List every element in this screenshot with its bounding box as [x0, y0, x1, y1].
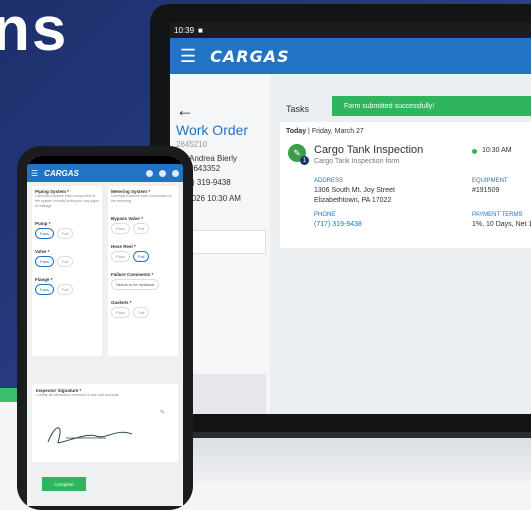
phone-app-bar: ☰ CARGAS — [27, 164, 183, 182]
signature-text: I certify all information recorded is tr… — [36, 393, 119, 397]
valve-pass-button[interactable]: Pass — [35, 256, 54, 267]
task-phone[interactable]: (717) 319-9438 — [314, 220, 362, 230]
work-order-title: Work Order — [176, 122, 249, 138]
bypass-pass-button[interactable]: Pass — [111, 223, 130, 234]
address-line2: Elizabethtown, PA 17022 — [314, 197, 392, 204]
status-dot-icon — [472, 149, 477, 154]
phone-screen: ☰ CARGAS Piping System * Carefully exami… — [27, 156, 183, 506]
phone-form-body: Piping System * Carefully examine each c… — [27, 182, 183, 506]
phone-brand: CARGAS — [44, 168, 79, 178]
flange-pass-button[interactable]: Pass — [35, 284, 54, 295]
today-row: Today | Friday, March 27 — [286, 128, 364, 135]
task-time: 10:30 AM — [482, 147, 512, 154]
work-order-number: 2645210 — [176, 140, 208, 149]
phone-status-bar — [27, 156, 183, 164]
notification-icon: ■ — [198, 25, 203, 35]
valve-fail-button[interactable]: Fail — [56, 256, 74, 267]
address-label: ADDRESS — [314, 178, 344, 184]
today-label: Today — [286, 128, 307, 135]
terms-label: PAYMENT TERMS — [472, 212, 523, 218]
hose-fail-button[interactable]: Fail — [132, 251, 150, 262]
flange-fail-button[interactable]: Fail — [56, 284, 74, 295]
list-icon[interactable] — [159, 169, 166, 177]
task-title: Cargo Tank Inspection — [314, 144, 424, 156]
menu-icon[interactable]: ☰ — [180, 47, 196, 65]
task-subtitle: Cargo Tank Inspection form — [314, 158, 400, 165]
sync-icon[interactable] — [172, 169, 179, 177]
terms-value: 1%, 10 Days, Net 1 — [472, 221, 531, 228]
signature-section: Inspector Signature * I certify all info… — [32, 384, 178, 462]
menu-icon[interactable]: ☰ — [31, 169, 38, 178]
phone-label: PHONE — [314, 212, 336, 218]
status-time: 10:39 — [174, 25, 195, 35]
edit-icon: ✎ — [160, 409, 165, 416]
success-toast: Form submitted successfully! — [332, 96, 531, 116]
bypass-fail-button[interactable]: Fail — [132, 223, 150, 234]
signature-pad[interactable]: ✎ — [36, 402, 174, 454]
hero-heading: ns — [0, 0, 69, 64]
failure-heading: Failure Comments * — [111, 272, 154, 277]
app-brand: CARGAS — [210, 46, 290, 66]
task-card[interactable]: Today | Friday, March 27 ✎ 1 Cargo Tank … — [280, 122, 531, 248]
status-bar: 10:39 ■ — [170, 22, 531, 38]
gaskets-pass-button[interactable]: Pass — [111, 307, 130, 318]
gaskets-heading: Gaskets * — [111, 300, 132, 305]
tasks-label: Tasks — [286, 104, 310, 114]
bypass-heading: Bypass Valve * — [111, 216, 143, 221]
flange-heading: Flange * — [35, 277, 53, 282]
form-right-column: Metering System * Carefully examine each… — [108, 186, 178, 356]
equipment-label: EQUIPMENT — [472, 178, 508, 184]
task-count-badge: 1 — [300, 156, 309, 165]
equipment-value: #191509 — [472, 187, 500, 194]
pump-heading: Pump * — [35, 221, 51, 226]
metering-text: Carefully examine each component of the … — [111, 194, 172, 203]
today-date: Friday, March 27 — [311, 128, 364, 135]
app-bar: ☰ CARGAS — [170, 38, 531, 74]
piping-text: Carefully examine each component of the … — [35, 194, 99, 208]
laptop-screen: 10:39 ■ ☰ CARGAS ← Work Order 2645210 ⚇ … — [170, 22, 531, 414]
gaskets-fail-button[interactable]: Fail — [132, 307, 150, 318]
tasks-content: Tasks Form submitted successfully! Today… — [280, 74, 531, 414]
failure-comment-field[interactable]: Needs to be replaced — [111, 279, 160, 290]
address-line1: 1306 South Mt. Joy Street — [314, 187, 395, 194]
form-left-column: Piping System * Carefully examine each c… — [32, 186, 102, 356]
contact-number: #643352 — [189, 164, 221, 173]
user-icon[interactable] — [146, 169, 153, 177]
back-arrow-icon[interactable]: ← — [176, 100, 194, 121]
complete-button[interactable]: Complete — [42, 477, 86, 491]
pump-fail-button[interactable]: Fail — [56, 228, 74, 239]
hose-pass-button[interactable]: Pass — [111, 251, 130, 262]
pump-pass-button[interactable]: Pass — [35, 228, 54, 239]
valve-heading: Valve * — [35, 249, 50, 254]
contact-name: Andrea Bierly — [189, 154, 238, 163]
laptop-bezel — [170, 414, 531, 432]
hose-heading: Hose Reel * — [111, 244, 136, 249]
